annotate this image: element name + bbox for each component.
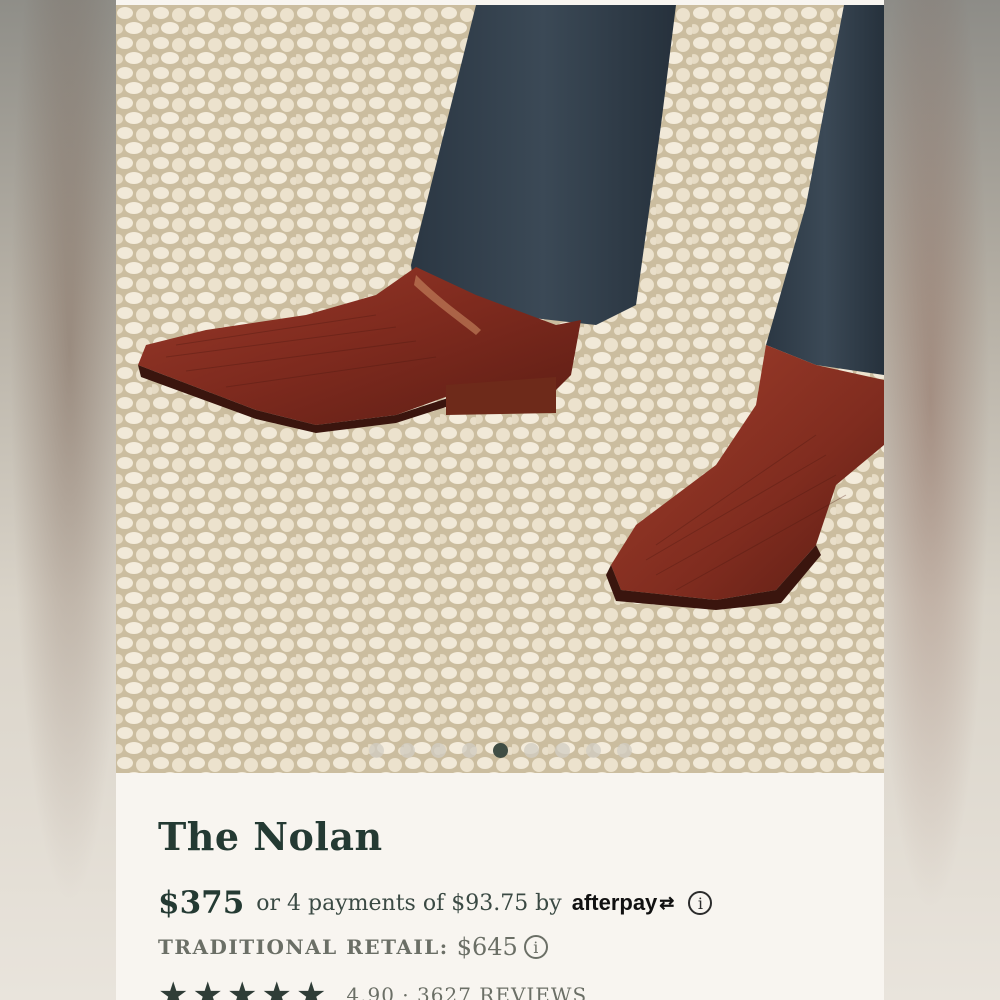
product-image-carousel[interactable]	[116, 5, 884, 773]
afterpay-label: afterpay	[571, 890, 658, 915]
product-photo	[116, 5, 884, 773]
carousel-dot[interactable]	[399, 743, 415, 758]
left-blurred-background	[0, 0, 116, 1000]
installments-text: or 4 payments of $93.75 by	[256, 890, 562, 916]
carousel-dot[interactable]	[585, 743, 601, 758]
price-row: $375 or 4 payments of $93.75 by afterpay…	[158, 885, 864, 921]
carousel-dot-active[interactable]	[492, 743, 508, 758]
carousel-dot[interactable]	[616, 743, 632, 758]
right-blurred-background	[884, 0, 1000, 1000]
retail-price: $645	[456, 933, 518, 961]
afterpay-logo[interactable]: afterpay ⇄	[572, 890, 675, 916]
afterpay-arrows-icon: ⇄	[659, 892, 675, 913]
star-icon: ★	[261, 975, 292, 1000]
product-price: $375	[158, 885, 245, 921]
star-icon: ★	[295, 975, 327, 1000]
info-circle-icon[interactable]: i	[688, 891, 713, 915]
carousel-dot[interactable]	[554, 743, 570, 758]
product-title: The Nolan	[158, 814, 383, 859]
star-icon: ★	[226, 975, 258, 1000]
carousel-dot[interactable]	[461, 743, 477, 758]
carousel-pagination	[116, 743, 884, 759]
retail-label: TRADITIONAL RETAIL:	[158, 935, 449, 959]
star-icon: ★	[158, 975, 189, 1000]
info-circle-icon[interactable]: i	[523, 935, 548, 959]
carousel-dot[interactable]	[430, 743, 446, 758]
reviews-summary: 4.90 · 3627 REVIEWS	[346, 983, 588, 1000]
product-info: The Nolan $375 or 4 payments of $93.75 b…	[158, 800, 864, 1000]
retail-row: TRADITIONAL RETAIL: $645 i	[158, 933, 864, 961]
reviews-row[interactable]: ★ ★ ★ ★ ★ 4.90 · 3627 REVIEWS	[158, 975, 864, 1000]
star-icon: ★	[192, 975, 223, 1000]
product-page: The Nolan $375 or 4 payments of $93.75 b…	[116, 0, 884, 1000]
carousel-dot[interactable]	[523, 743, 539, 758]
carousel-dot[interactable]	[368, 743, 384, 758]
